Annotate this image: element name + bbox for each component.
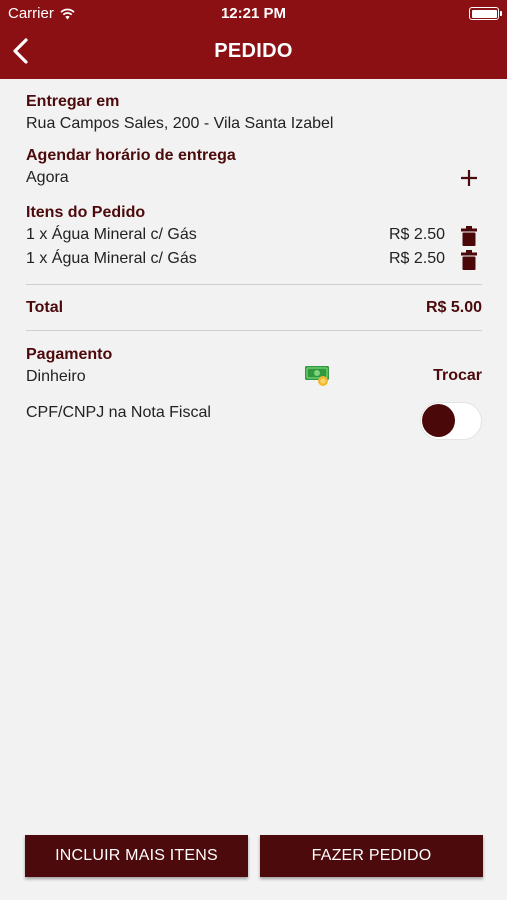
delivery-label: Entregar em: [26, 93, 120, 110]
add-more-items-button[interactable]: INCLUIR MAIS ITENS: [25, 835, 248, 877]
item-price: R$ 2.50: [388, 226, 445, 243]
total-value: R$ 5.00: [425, 299, 482, 316]
change-payment-button[interactable]: Trocar: [433, 367, 482, 385]
clock: 12:21 PM: [220, 5, 287, 22]
cpf-label: CPF/CNPJ na Nota Fiscal: [26, 404, 211, 421]
items-label: Itens do Pedido: [26, 204, 146, 221]
add-schedule-icon[interactable]: [458, 167, 480, 189]
schedule-label: Agendar horário de entrega: [26, 147, 236, 164]
place-order-button[interactable]: FAZER PEDIDO: [260, 835, 483, 877]
total-label: Total: [26, 299, 64, 316]
payment-label: Pagamento: [26, 346, 113, 363]
nav-header: Carrier 12:21 PM PEDIDO: [0, 0, 507, 79]
divider: [26, 330, 482, 331]
trash-icon[interactable]: [460, 226, 478, 246]
trash-icon[interactable]: [460, 250, 478, 270]
status-bar: Carrier 12:21 PM: [0, 0, 507, 28]
item-name: 1 x Água Mineral c/ Gás: [26, 226, 197, 243]
schedule-value: Agora: [26, 169, 69, 186]
divider: [26, 284, 482, 285]
toggle-knob: [422, 404, 455, 437]
item-name: 1 x Água Mineral c/ Gás: [26, 250, 197, 267]
page-title: PEDIDO: [214, 40, 293, 62]
payment-method: Dinheiro: [26, 368, 86, 385]
battery-icon: [469, 7, 502, 20]
delivery-address: Rua Campos Sales, 200 - Vila Santa Izabe…: [26, 115, 334, 132]
cpf-toggle[interactable]: [420, 402, 482, 440]
cash-icon: [305, 366, 329, 386]
item-price: R$ 2.50: [388, 250, 445, 267]
